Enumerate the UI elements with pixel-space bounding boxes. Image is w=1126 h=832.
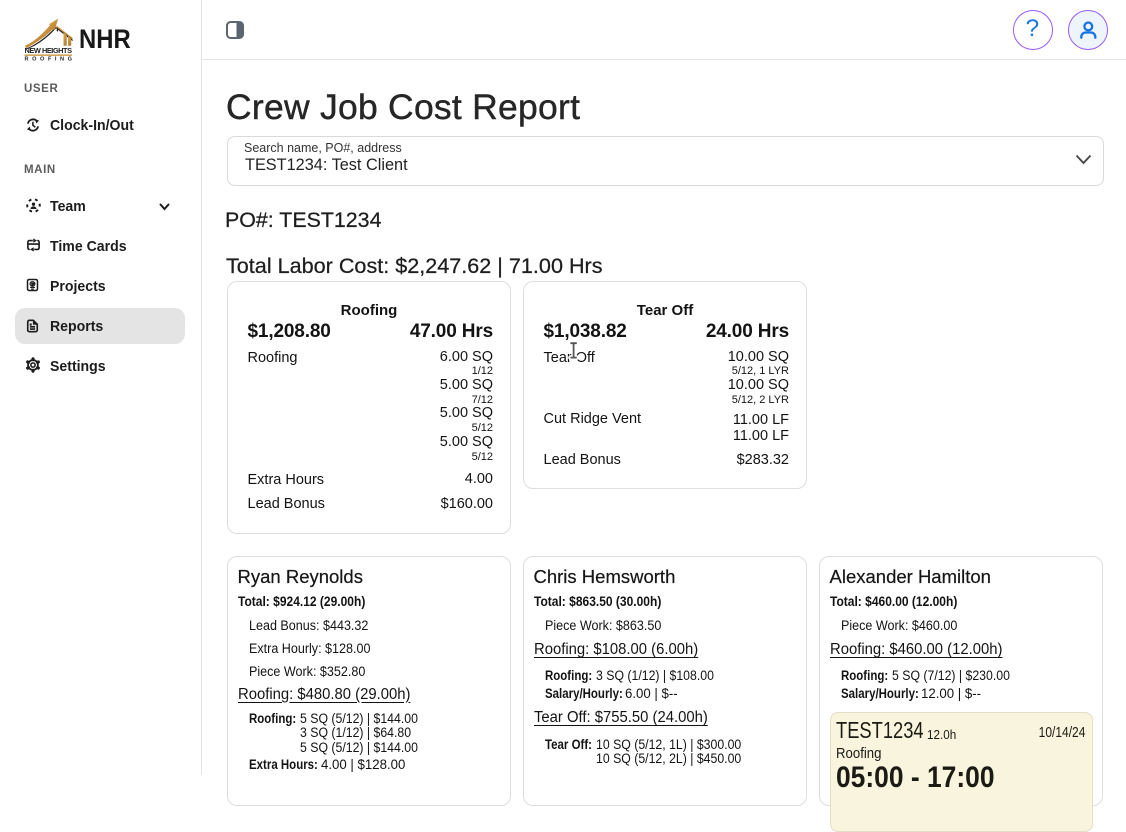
svg-text:R O O F I N G: R O O F I N G	[25, 57, 73, 61]
svg-text:NEW HEIGHTS: NEW HEIGHTS	[25, 46, 73, 55]
